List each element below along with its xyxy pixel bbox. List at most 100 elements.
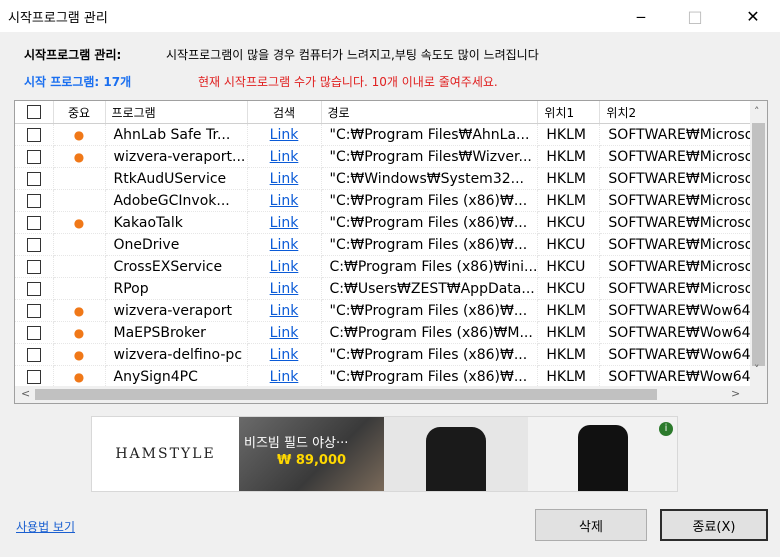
search-link[interactable]: Link — [247, 189, 322, 212]
importance-dot — [53, 233, 106, 256]
search-link[interactable]: Link — [247, 277, 322, 300]
table-row[interactable]: ● AhnLab Safe Tr... Link "C:₩Program Files₩… — [15, 123, 761, 146]
header-location2[interactable]: 위치2 — [599, 101, 761, 124]
row-checkbox[interactable] — [15, 277, 54, 300]
importance-dot — [53, 277, 106, 300]
program-name: RtkAudUService — [105, 167, 248, 190]
program-name: wizvera-delfino-pc — [105, 343, 248, 366]
close-button[interactable]: ✕ — [730, 0, 776, 32]
ad-shirt-image — [384, 417, 528, 491]
location1: HKLM — [537, 343, 601, 366]
vertical-scroll-thumb[interactable] — [752, 123, 765, 366]
search-link[interactable]: Link — [247, 343, 322, 366]
table-row[interactable]: RtkAudUService Link "C:₩Windows₩System32..… — [15, 167, 761, 190]
table-row[interactable]: ● AnySign4PC Link "C:₩Program Files (x86)₩.… — [15, 365, 761, 388]
row-checkbox[interactable] — [15, 211, 54, 234]
horizontal-scrollbar[interactable]: < > — [15, 386, 767, 403]
table-row[interactable]: ● wizvera-veraport Link "C:₩Program Files (… — [15, 299, 761, 322]
startup-list[interactable]: 중요 프로그램 검색 경로 위치1 위치2 ● AhnLab Safe Tr...… — [14, 100, 768, 404]
search-link[interactable]: Link — [247, 365, 322, 388]
program-name: CrossEXService — [105, 255, 248, 278]
location1: HKLM — [537, 167, 601, 190]
row-checkbox[interactable] — [15, 321, 54, 344]
info-label: 시작프로그램 관리: — [24, 48, 122, 62]
header-search[interactable]: 검색 — [247, 101, 322, 124]
location2: SOFTWARE₩Microso — [599, 255, 761, 278]
vertical-scrollbar[interactable]: ˄ ˅ — [750, 101, 767, 386]
search-link[interactable]: Link — [247, 167, 322, 190]
location2: SOFTWARE₩Microso — [599, 167, 761, 190]
program-path: "C:₩Windows₩System32... — [321, 167, 539, 190]
location1: HKLM — [537, 365, 601, 388]
table-row[interactable]: ● KakaoTalk Link "C:₩Program Files (x86)₩..… — [15, 211, 761, 234]
search-link[interactable]: Link — [247, 123, 322, 146]
search-link[interactable]: Link — [247, 145, 322, 168]
program-path: "C:₩Program Files₩Wizver... — [321, 145, 539, 168]
search-link[interactable]: Link — [247, 233, 322, 256]
title-bar: 시작프로그램 관리 ‒ □ ✕ — [0, 0, 780, 32]
importance-dot: ● — [53, 343, 106, 366]
ad-brand-logo: HAMSTYLE — [115, 446, 216, 462]
table-row[interactable]: CrossEXService Link C:₩Program Files (x86)… — [15, 255, 761, 278]
header-location1[interactable]: 위치1 — [537, 101, 601, 124]
exit-button[interactable]: 종료(X) — [660, 509, 768, 541]
row-checkbox[interactable] — [15, 365, 54, 388]
scroll-left-icon[interactable]: < — [21, 387, 30, 400]
location2: SOFTWARE₩Wow64 — [599, 299, 761, 322]
table-row[interactable]: ● wizvera-delfino-pc Link "C:₩Program Files… — [15, 343, 761, 366]
ad-product-name: 비즈빔 필드 야상··· — [244, 436, 349, 451]
row-checkbox[interactable] — [15, 343, 54, 366]
table-row[interactable]: ● MaEPSBroker Link C:₩Program Files (x86)₩M… — [15, 321, 761, 344]
delete-button[interactable]: 삭제 — [535, 509, 647, 541]
startup-count: 시작 프로그램: 17개 — [24, 75, 132, 89]
location2: SOFTWARE₩Microso — [599, 189, 761, 212]
importance-dot: ● — [53, 123, 106, 146]
search-link[interactable]: Link — [247, 321, 322, 344]
program-path: "C:₩Program Files (x86)₩... — [321, 233, 539, 256]
minimize-button[interactable]: ‒ — [618, 0, 664, 32]
location1: HKCU — [537, 233, 601, 256]
scroll-right-icon[interactable]: > — [731, 387, 740, 400]
row-checkbox[interactable] — [15, 233, 54, 256]
program-path: C:₩Program Files (x86)₩ini... — [321, 255, 539, 278]
warning-text: 현재 시작프로그램 수가 많습니다. 10개 이내로 줄여주세요. — [198, 75, 498, 89]
select-all-checkbox[interactable] — [15, 101, 54, 124]
search-link[interactable]: Link — [247, 211, 322, 234]
location2: SOFTWARE₩Wow64 — [599, 343, 761, 366]
location1: HKLM — [537, 189, 601, 212]
row-checkbox[interactable] — [15, 255, 54, 278]
info-text: 시작프로그램이 많을 경우 컴퓨터가 느려지고,부팅 속도도 많이 느려집니다 — [166, 48, 539, 62]
scroll-up-icon[interactable]: ˄ — [754, 105, 760, 118]
location1: HKCU — [537, 211, 601, 234]
search-link[interactable]: Link — [247, 299, 322, 322]
maximize-button[interactable]: □ — [672, 0, 718, 32]
header-importance[interactable]: 중요 — [53, 101, 106, 124]
program-name: AnySign4PC — [105, 365, 248, 388]
table-row[interactable]: AdobeGCInvok... Link "C:₩Program Files (x8… — [15, 189, 761, 212]
horizontal-scroll-thumb[interactable] — [35, 389, 657, 400]
program-name: MaEPSBroker — [105, 321, 248, 344]
header-path[interactable]: 경로 — [321, 101, 539, 124]
ad-suit-image — [528, 417, 677, 491]
help-link[interactable]: 사용법 보기 — [16, 518, 75, 535]
table-row[interactable]: ● wizvera-veraport... Link "C:₩Program File… — [15, 145, 761, 168]
header-program[interactable]: 프로그램 — [105, 101, 248, 124]
location1: HKLM — [537, 321, 601, 344]
row-checkbox[interactable] — [15, 167, 54, 190]
location1: HKCU — [537, 255, 601, 278]
scroll-down-icon[interactable]: ˅ — [754, 363, 760, 376]
importance-dot: ● — [53, 299, 106, 322]
program-path: "C:₩Program Files (x86)₩... — [321, 365, 539, 388]
row-checkbox[interactable] — [15, 123, 54, 146]
table-row[interactable]: OneDrive Link "C:₩Program Files (x86)₩... H… — [15, 233, 761, 256]
ad-banner[interactable]: HAMSTYLE 비즈빔 필드 야상··· ₩ 89,000 i — [91, 416, 678, 492]
program-path: "C:₩Program Files₩AhnLa... — [321, 123, 539, 146]
table-row[interactable]: RPop Link C:₩Users₩ZEST₩AppData... HKCU SOFT… — [15, 277, 761, 300]
location2: SOFTWARE₩Microso — [599, 277, 761, 300]
ad-price: ₩ 89,000 — [277, 453, 347, 468]
row-checkbox[interactable] — [15, 189, 54, 212]
row-checkbox[interactable] — [15, 299, 54, 322]
row-checkbox[interactable] — [15, 145, 54, 168]
search-link[interactable]: Link — [247, 255, 322, 278]
ad-info-icon[interactable]: i — [659, 422, 673, 436]
